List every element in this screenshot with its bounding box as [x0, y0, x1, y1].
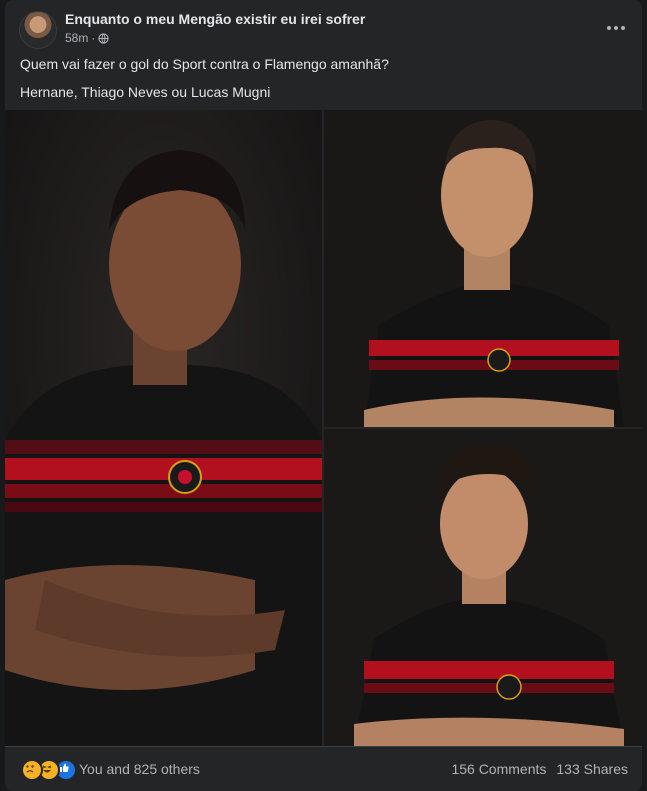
photo-thiago-neves[interactable]: [324, 110, 642, 427]
post-text-line: Quem vai fazer o gol do Sport contra o F…: [20, 56, 389, 72]
engagement-counts: 156 Comments 133 Shares: [451, 761, 628, 777]
sad-reaction-icon: [21, 759, 43, 781]
photo-grid: [5, 110, 642, 746]
globe-icon: [98, 32, 109, 44]
more-horizontal-icon: [607, 26, 625, 30]
post-header: Enquanto o meu Mengão existir eu irei so…: [5, 0, 642, 56]
meta-separator: ·: [91, 31, 96, 45]
page-name-link[interactable]: Enquanto o meu Mengão existir eu irei so…: [65, 11, 365, 27]
photo-lucas-mugni[interactable]: [324, 429, 642, 746]
post-meta: 58m ·: [65, 31, 109, 45]
reaction-icons[interactable]: [21, 759, 77, 781]
page-avatar[interactable]: [19, 11, 57, 49]
post-text: Quem vai fazer o gol do Sport contra o F…: [20, 54, 620, 110]
shares-count[interactable]: 133 Shares: [556, 761, 628, 777]
player-photo-lucas-mugni: [324, 429, 642, 746]
post-timestamp[interactable]: 58m: [65, 31, 88, 45]
post-card: Enquanto o meu Mengão existir eu irei so…: [5, 0, 642, 791]
reaction-count[interactable]: You and 825 others: [79, 761, 200, 777]
comments-count[interactable]: 156 Comments: [451, 761, 546, 777]
more-options-button[interactable]: [602, 14, 630, 42]
photo-hernane[interactable]: [5, 110, 322, 746]
post-text-line: Hernane, Thiago Neves ou Lucas Mugni: [20, 84, 271, 100]
post-footer: You and 825 others 156 Comments 133 Shar…: [5, 746, 642, 791]
player-photo-hernane: [5, 110, 322, 746]
player-photo-thiago-neves: [324, 110, 642, 427]
